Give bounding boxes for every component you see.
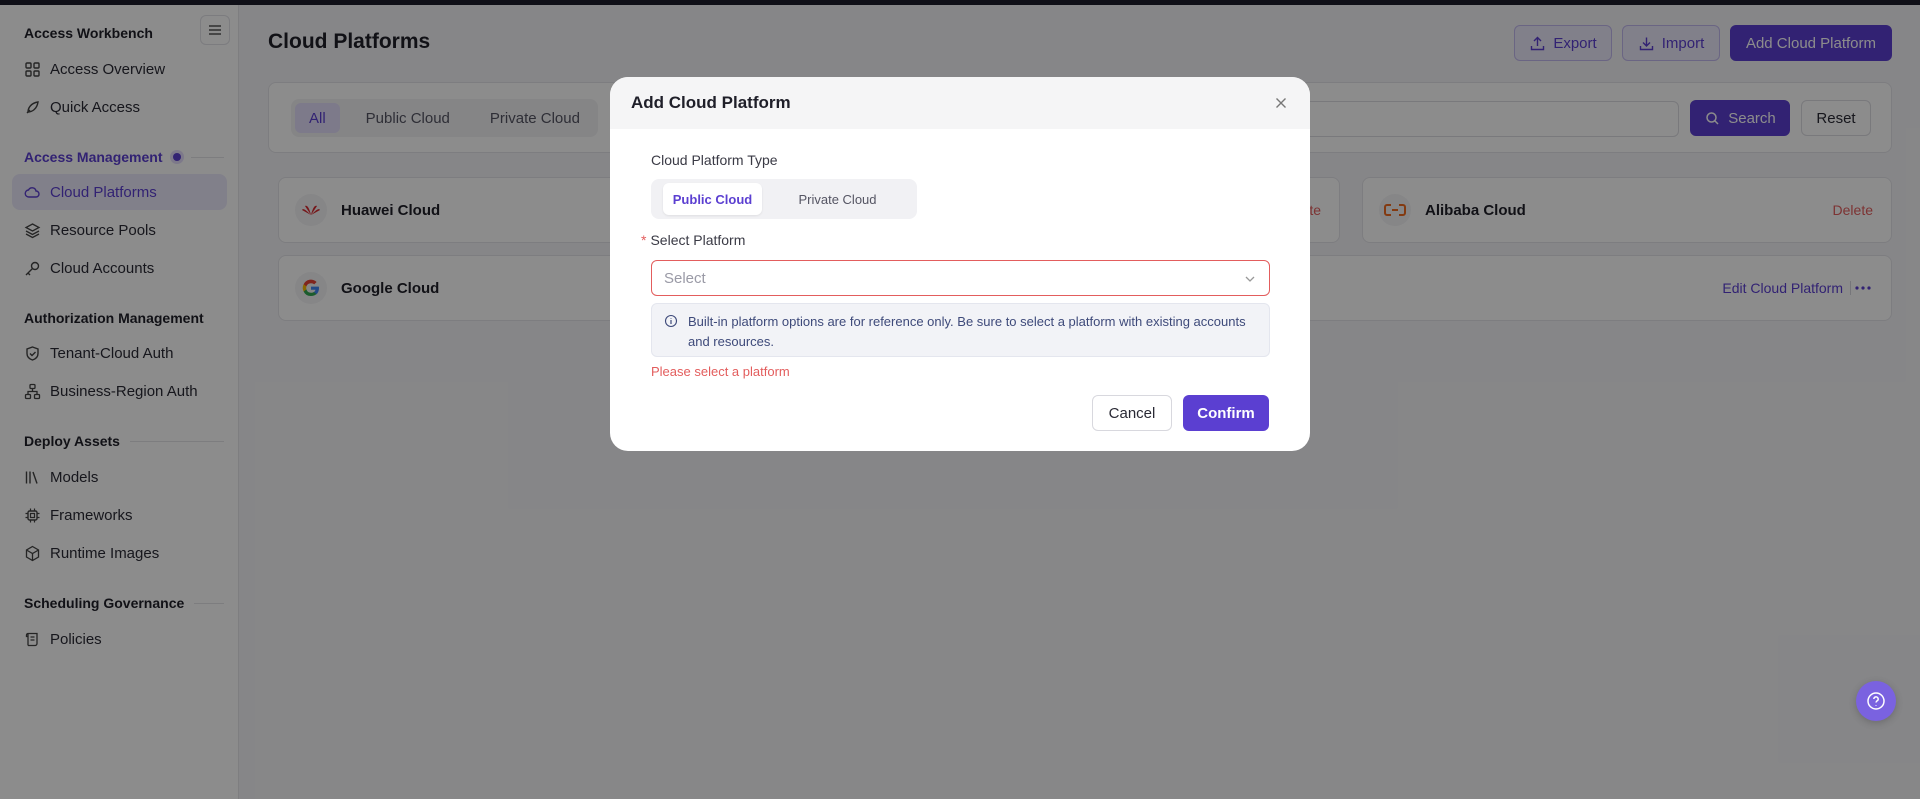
confirm-button[interactable]: Confirm xyxy=(1183,395,1269,431)
cancel-button[interactable]: Cancel xyxy=(1092,395,1172,431)
platform-select[interactable]: Select xyxy=(651,260,1270,296)
select-platform-label: * Select Platform xyxy=(641,232,746,248)
dialog-title: Add Cloud Platform xyxy=(610,77,1310,129)
chevron-down-icon xyxy=(1245,276,1255,282)
close-icon[interactable] xyxy=(1272,94,1290,112)
select-placeholder: Select xyxy=(664,269,706,287)
info-icon xyxy=(664,314,678,328)
notice-text: Built-in platform options are for refere… xyxy=(688,314,1246,349)
help-icon xyxy=(1867,692,1885,710)
type-option-private-cloud[interactable]: Private Cloud xyxy=(788,183,887,215)
platform-type-toggle: Public Cloud Private Cloud xyxy=(651,179,917,219)
validation-error: Please select a platform xyxy=(651,364,790,379)
help-button[interactable] xyxy=(1856,681,1896,721)
add-cloud-platform-dialog: Add Cloud Platform Cloud Platform Type P… xyxy=(610,77,1310,451)
type-option-public-cloud[interactable]: Public Cloud xyxy=(663,183,762,215)
required-mark: * xyxy=(641,232,647,248)
platform-type-label: Cloud Platform Type xyxy=(651,152,778,168)
info-notice: Built-in platform options are for refere… xyxy=(651,303,1270,357)
